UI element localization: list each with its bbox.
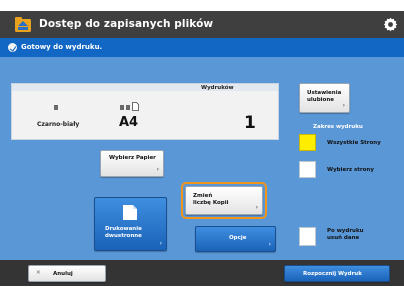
options-button[interactable]: Opcje › — [195, 226, 276, 252]
chevron-right-icon: › — [268, 241, 271, 248]
favorites-label-2: ulubione — [307, 97, 334, 103]
select-pages-option[interactable] — [299, 161, 316, 178]
status-bar: Gotowy do wydruku. — [0, 38, 404, 57]
cancel-label: Anuluj — [53, 271, 73, 277]
select-pages-label: Wybierz strony — [327, 167, 374, 173]
print-range-header: Zakres wydruku — [313, 124, 363, 130]
main-area: Wydruków Czarno-biały A4 1 Wybierz Papie… — [0, 57, 404, 260]
duplex-label-1: Drukowanie — [105, 226, 142, 232]
duplex-label-2: dwustronne — [105, 233, 142, 239]
prints-column-header: Wydruków — [201, 85, 234, 91]
all-pages-option[interactable] — [299, 134, 316, 151]
all-pages-label: Wszystkie Strony — [327, 140, 381, 146]
panel-header-bar: Wydruków — [12, 84, 278, 91]
paper-sheet-icon — [132, 102, 139, 111]
bottom-bar: ✕ Anuluj Rozpocznij Wydruk — [0, 260, 404, 286]
options-label: Opcje — [229, 235, 247, 241]
chevron-right-icon: › — [159, 240, 162, 247]
delete-after-print-label-1: Po wydruku — [327, 228, 364, 234]
delete-after-print-label-2: usuń dane — [327, 235, 360, 241]
duplex-printing-button[interactable]: Drukowanie dwustronne › — [94, 197, 167, 251]
delete-after-print-checkbox[interactable] — [299, 227, 316, 246]
screen: Dostęp do zapisanych plików Gotowy do wy… — [0, 0, 404, 307]
page-title: Dostęp do zapisanych plików — [39, 18, 214, 30]
paper-size-value: A4 — [119, 115, 139, 130]
title-bar: Dostęp do zapisanych plików — [0, 11, 404, 38]
chevron-right-icon: › — [156, 166, 159, 173]
copies-count-value: 1 — [244, 113, 256, 133]
settings-summary-panel: Wydruków Czarno-biały A4 1 — [11, 83, 279, 140]
stored-files-icon — [15, 17, 31, 32]
select-paper-label: Wybierz Papier — [109, 155, 156, 161]
gear-icon[interactable] — [383, 17, 398, 32]
chevron-right-icon: › — [255, 204, 258, 211]
start-print-button[interactable]: Rozpocznij Wydruk — [284, 265, 390, 282]
color-mode-value: Czarno-biały — [37, 121, 80, 128]
change-copies-button[interactable]: Zmień liczbę Kopii › — [185, 186, 263, 215]
duplex-page-icon — [123, 205, 137, 220]
favorite-settings-button[interactable]: Ustawienia ulubione › — [299, 83, 350, 113]
chevron-right-icon: › — [342, 102, 345, 109]
paper-tray-icon — [126, 105, 130, 110]
change-copies-label-2: liczbę Kopii — [193, 200, 229, 206]
select-paper-button[interactable]: Wybierz Papier › — [100, 150, 164, 177]
close-icon: ✕ — [36, 270, 41, 276]
ready-status-icon — [8, 43, 17, 52]
paper-tray-icon — [120, 105, 124, 110]
status-message: Gotowy do wydruku. — [21, 43, 103, 51]
cancel-button[interactable]: ✕ Anuluj — [28, 265, 106, 282]
change-copies-label-1: Zmień — [193, 193, 213, 199]
start-print-label: Rozpocznij Wydruk — [303, 271, 362, 277]
color-mode-icon — [54, 105, 58, 110]
favorites-label-1: Ustawienia — [307, 90, 342, 96]
bottom-strip — [0, 286, 404, 307]
